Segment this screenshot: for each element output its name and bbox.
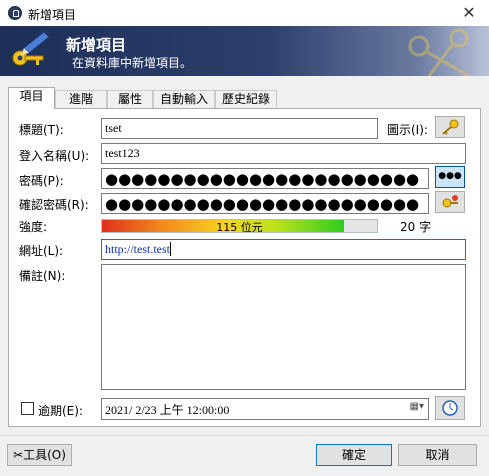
calendar-dropdown-icon[interactable]: ▦▾ (410, 401, 424, 412)
cancel-button[interactable]: 取消 (398, 444, 477, 466)
show-password-button[interactable]: ●●● (435, 166, 465, 188)
banner-title: 新增項目 (66, 36, 127, 54)
key-pen-icon (12, 31, 50, 66)
url-label: 網址(L): (19, 244, 64, 258)
notes-textarea[interactable] (101, 264, 466, 390)
footer-divider (0, 435, 489, 436)
expires-checkbox[interactable] (21, 402, 34, 415)
tab-auto-type[interactable]: 自動輸入 (153, 90, 215, 109)
tab-properties[interactable]: 屬性 (107, 90, 153, 109)
clock-icon (442, 400, 458, 416)
close-icon[interactable]: ✕ (459, 3, 479, 23)
keepass-lock-icon (8, 6, 22, 20)
icon-picker-button[interactable] (435, 116, 465, 138)
ok-button[interactable]: 確定 (316, 444, 392, 466)
password-label: 密碼(P): (19, 174, 64, 188)
password-generator-button[interactable] (435, 191, 465, 213)
title-bar: 新增項目 ✕ (0, 0, 489, 26)
username-label: 登入名稱(U): (19, 149, 90, 163)
expires-label: 逾期(E): (38, 404, 83, 418)
expiry-presets-button[interactable] (435, 396, 465, 420)
quality-bits-text: 115 位元 (216, 221, 263, 233)
tab-advanced[interactable]: 進階 (55, 90, 107, 109)
tab-entry[interactable]: 項目 (8, 87, 55, 109)
keys-watermark-icon (408, 28, 470, 76)
char-count: 20 字 (400, 220, 432, 234)
url-value: http://test.test (105, 242, 170, 256)
expiry-date-picker[interactable]: 2021/ 2/23 上午 12:00:00 ▦▾ (101, 398, 429, 420)
banner-subtitle: 在資料庫中新增項目。 (72, 56, 193, 70)
password-quality-bar: 115 位元 (101, 219, 378, 233)
expiry-date-value: 2021/ 2/23 上午 12:00:00 (105, 403, 230, 417)
tools-button[interactable]: ✂工具(O) (7, 444, 72, 466)
notes-label: 備註(N): (19, 269, 66, 283)
repeat-password-label: 確認密碼(R): (19, 198, 89, 212)
generate-key-icon (442, 195, 458, 208)
key-icon (442, 119, 459, 135)
title-input[interactable]: tset (101, 118, 378, 139)
username-input[interactable]: test123 (101, 143, 466, 164)
tools-icon: ✂ (13, 448, 24, 462)
icon-label: 圖示(I): (387, 123, 428, 137)
title-label: 標題(T): (19, 123, 64, 137)
tools-button-label: 工具(O) (23, 448, 66, 462)
url-input[interactable]: http://test.test (101, 239, 466, 260)
window-title: 新增項目 (28, 8, 77, 22)
repeat-password-input[interactable]: ●●●●●●●●●●●●●●●●●●●●●●●● (101, 193, 429, 214)
password-input[interactable]: ●●●●●●●●●●●●●●●●●●●●●●●● (101, 168, 429, 189)
header-banner: 新增項目 在資料庫中新增項目。 (0, 26, 489, 76)
tab-history[interactable]: 歷史紀錄 (215, 90, 277, 109)
quality-label: 強度: (19, 220, 48, 234)
